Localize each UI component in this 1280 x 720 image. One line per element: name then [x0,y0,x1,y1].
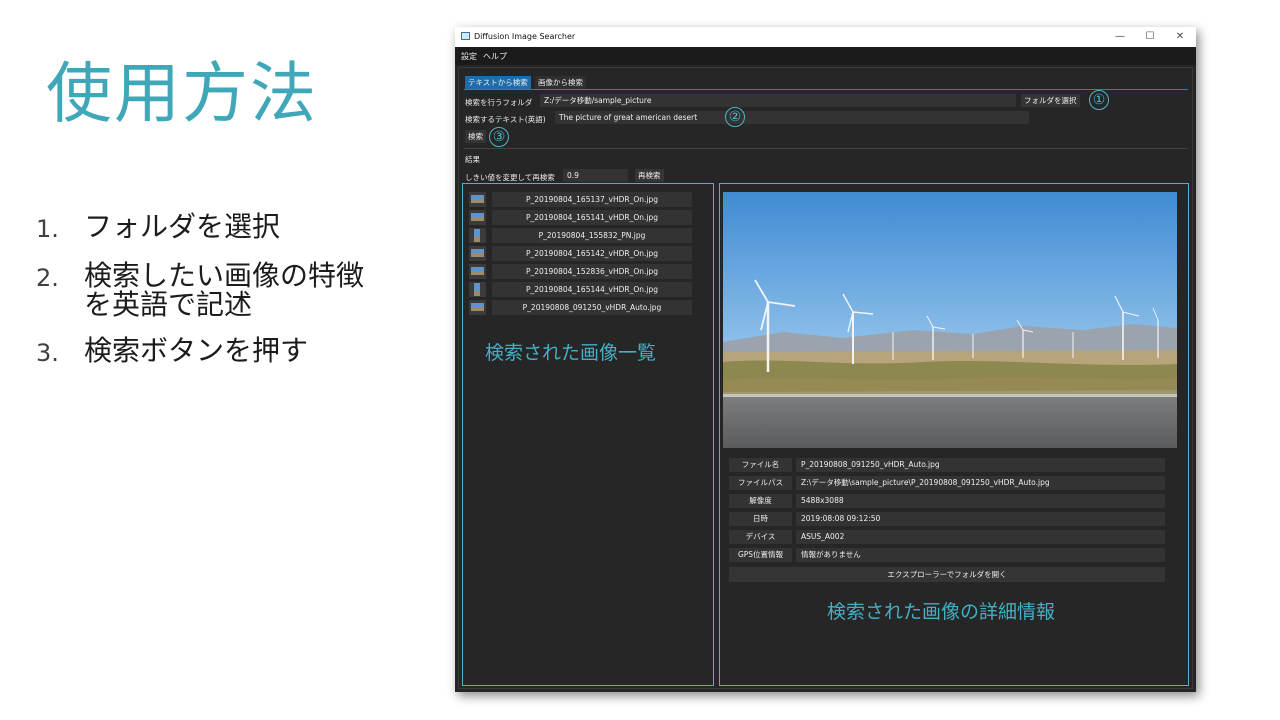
rerun-search-button[interactable]: 再検索 [635,169,664,182]
close-button[interactable]: ✕ [1170,29,1190,45]
menu-settings[interactable]: 設定 [461,51,477,62]
marker-2: ② [725,107,745,127]
open-in-explorer-button[interactable]: エクスプローラーでフォルダを開く [729,567,1165,582]
result-filename: P_20190804_165142_vHDR_On.jpg [492,246,692,261]
folder-label: 検索を行うフォルダ [465,98,533,107]
menu-help[interactable]: ヘルプ [483,51,507,62]
marker-3: ③ [489,127,509,147]
detail-key-filepath: ファイルパス [729,476,792,490]
result-filename: P_20190804_165141_vHDR_On.jpg [492,210,692,225]
detail-caption: 検索された画像の詳細情報 [827,601,1056,623]
marker-1: ① [1089,90,1109,110]
detail-value-gps: 情報がありません [796,548,1165,562]
select-folder-button[interactable]: フォルダを選択 [1021,94,1080,107]
query-label: 検索するテキスト(英語) [465,115,546,124]
threshold-input[interactable]: 0.9 [563,169,628,182]
search-button[interactable]: 検索 [465,130,486,143]
thumbnail-image [469,210,486,225]
step-text: 検索ボタンを押す [84,334,309,367]
step-number: 1. [36,215,59,243]
detail-key-resolution: 解像度 [729,494,792,508]
result-filename: P_20190804_152836_vHDR_On.jpg [492,264,692,279]
list-caption: 検索された画像一覧 [485,342,657,364]
detail-value-device: ASUS_A002 [796,530,1165,544]
divider [464,148,1188,149]
folder-path-field[interactable]: Z:/データ移動/sample_picture [540,94,1016,107]
detail-value-datetime: 2019:08:08 09:12:50 [796,512,1165,526]
step-item: 3. 検索ボタンを押す [36,336,436,368]
thumbnail-image [469,282,486,297]
title-bar: Diffusion Image Searcher — ☐ ✕ [455,27,1196,47]
tab-underline [464,89,1188,90]
preview-image [723,192,1177,448]
detail-value-resolution: 5488x3088 [796,494,1165,508]
detail-key-device: デバイス [729,530,792,544]
detail-key-gps: GPS位置情報 [729,548,792,562]
step-item: 1. フォルダを選択 [36,212,436,244]
step-text: フォルダを選択 [84,210,281,243]
detail-key-datetime: 日時 [729,512,792,526]
step-number: 3. [36,339,59,367]
step-text: 検索したい画像の特徴を英語で記述 [84,259,365,321]
detail-key-filename: ファイル名 [729,458,792,472]
slide-title: 使用方法 [46,55,318,132]
result-filename: P_20190804_155832_PN.jpg [492,228,692,243]
detail-value-filename: P_20190808_091250_vHDR_Auto.jpg [796,458,1165,472]
thumbnail-image [469,228,486,243]
results-label: 結果 [465,155,480,164]
tab-text-search[interactable]: テキストから検索 [465,76,531,89]
app-window: Diffusion Image Searcher — ☐ ✕ 設定 ヘルプ テキ… [455,27,1196,692]
thumbnail-image [469,264,486,279]
threshold-label: しきい値を変更して再検索 [465,173,555,182]
result-filename: P_20190804_165137_vHDR_On.jpg [492,192,692,207]
detail-value-filepath: Z:\データ移動\sample_picture\P_20190808_09125… [796,476,1165,490]
steps-list: 1. フォルダを選択 2. 検索したい画像の特徴を英語で記述 3. 検索ボタンを… [36,212,436,385]
step-number: 2. [36,264,59,292]
thumbnail-image [469,300,486,315]
menu-bar: 設定 ヘルプ [455,47,1196,65]
thumbnail-image [469,192,486,207]
window-title: Diffusion Image Searcher [474,32,576,41]
app-icon [461,32,470,40]
result-filename: P_20190804_165144_vHDR_On.jpg [492,282,692,297]
step-item: 2. 検索したい画像の特徴を英語で記述 [36,261,436,319]
query-text-field[interactable]: The picture of great american desert [555,111,1029,124]
thumbnail-image [469,246,486,261]
tab-image-search[interactable]: 画像から検索 [535,76,586,89]
maximize-button[interactable]: ☐ [1140,29,1160,45]
minimize-button[interactable]: — [1110,29,1130,45]
result-filename: P_20190808_091250_vHDR_Auto.jpg [492,300,692,315]
